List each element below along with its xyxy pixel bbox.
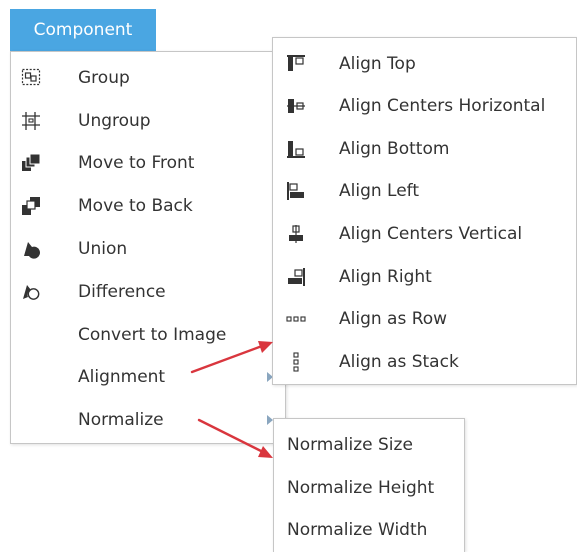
submenu-item-align-left[interactable]: Align Left — [273, 170, 576, 212]
app-root: Component Group Ungroup Move to Front Mo… — [0, 0, 577, 552]
menu-item-normalize[interactable]: Normalize — [11, 399, 285, 441]
group-icon — [21, 68, 41, 86]
align-centers-horizontal-icon — [287, 99, 305, 113]
submenu-item-normalize-height[interactable]: Normalize Height — [274, 467, 464, 509]
submenu-item-label: Align Centers Horizontal — [339, 96, 546, 116]
menu-item-label: Move to Front — [78, 153, 195, 173]
menu-item-label: Alignment — [78, 367, 166, 387]
align-centers-vertical-icon — [289, 225, 303, 243]
submenu-item-align-as-stack[interactable]: Align as Stack — [273, 341, 576, 383]
menu-item-alignment[interactable]: Alignment — [11, 356, 285, 398]
submenu-item-align-bottom[interactable]: Align Bottom — [273, 128, 576, 170]
move-to-front-icon — [22, 153, 41, 171]
menu-item-label: Ungroup — [78, 111, 151, 131]
submenu-item-label: Normalize Width — [287, 520, 428, 540]
menu-item-label: Normalize — [78, 410, 164, 430]
align-left-icon — [287, 182, 304, 200]
menu-item-label: Group — [78, 68, 130, 88]
submenu-item-label: Align as Stack — [339, 352, 459, 372]
submenu-item-label: Align Bottom — [339, 139, 450, 159]
align-as-row-icon — [286, 316, 306, 322]
menu-item-label: Move to Back — [78, 196, 193, 216]
submenu-item-label: Align as Row — [339, 309, 448, 329]
component-menu-header[interactable]: Component — [10, 9, 156, 51]
submenu-item-label: Align Left — [339, 181, 420, 201]
normalize-submenu: Normalize Size Normalize Height Normaliz… — [273, 418, 465, 552]
menu-item-union[interactable]: Union — [11, 228, 285, 270]
union-icon — [24, 242, 40, 259]
submenu-item-normalize-width[interactable]: Normalize Width — [274, 509, 464, 551]
submenu-item-align-centers-vertical[interactable]: Align Centers Vertical — [273, 213, 576, 255]
submenu-item-label: Align Top — [339, 54, 416, 74]
submenu-item-align-centers-horizontal[interactable]: Align Centers Horizontal — [273, 85, 576, 127]
align-bottom-icon — [287, 141, 305, 158]
submenu-item-label: Normalize Height — [287, 478, 435, 498]
menu-item-label: Convert to Image — [78, 325, 227, 345]
submenu-item-align-top[interactable]: Align Top — [273, 43, 576, 85]
menu-item-label: Difference — [78, 282, 166, 302]
submenu-item-align-right[interactable]: Align Right — [273, 256, 576, 298]
submenu-item-align-as-row[interactable]: Align as Row — [273, 298, 576, 340]
align-top-icon — [287, 55, 305, 71]
submenu-item-label: Align Right — [339, 267, 432, 287]
submenu-item-label: Align Centers Vertical — [339, 224, 523, 244]
alignment-submenu: Align Top Align Centers Horizontal Align… — [272, 37, 577, 385]
difference-icon — [23, 285, 40, 300]
menu-item-group[interactable]: Group — [11, 57, 285, 99]
move-to-back-icon — [22, 197, 40, 215]
submenu-item-label: Normalize Size — [287, 435, 413, 455]
menu-item-move-to-front[interactable]: Move to Front — [11, 142, 285, 184]
menu-item-move-to-back[interactable]: Move to Back — [11, 185, 285, 227]
menu-item-convert-to-image[interactable]: Convert to Image — [11, 314, 285, 356]
submenu-item-normalize-size[interactable]: Normalize Size — [274, 424, 464, 466]
align-as-stack-icon — [293, 352, 299, 372]
menu-item-label: Union — [78, 239, 128, 259]
menu-item-difference[interactable]: Difference — [11, 271, 285, 313]
align-right-icon — [288, 268, 305, 286]
ungroup-icon — [22, 112, 40, 130]
menu-item-ungroup[interactable]: Ungroup — [11, 100, 285, 142]
component-dropdown-menu: Group Ungroup Move to Front Move to Back… — [10, 51, 286, 444]
